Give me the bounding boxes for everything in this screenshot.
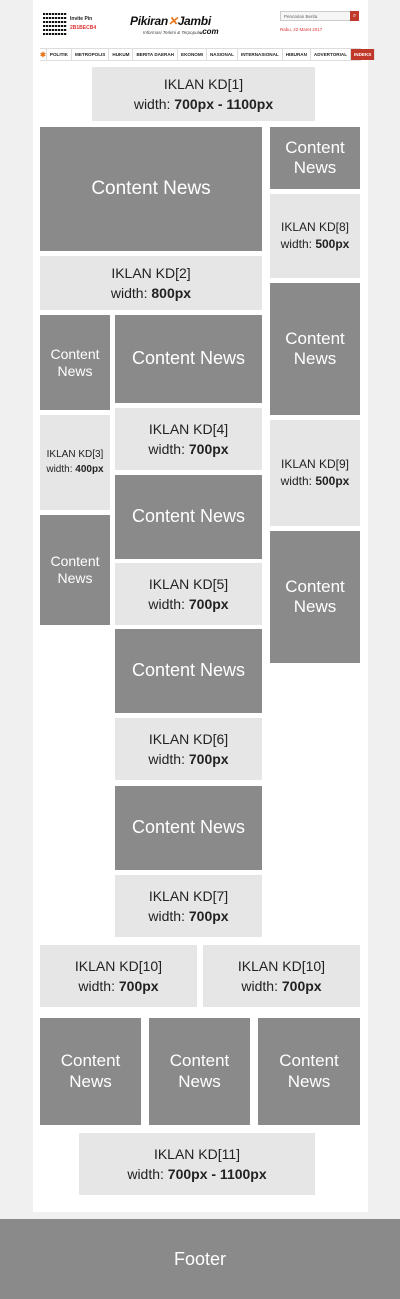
search-input[interactable]: Pencarian Berita	[280, 11, 358, 21]
footer-label: Footer	[173, 1248, 227, 1269]
ad-kd6[interactable]: IKLAN KD[6] width: 700px	[115, 718, 262, 780]
ad-kd7[interactable]: IKLAN KD[7] width: 700px	[115, 875, 262, 937]
content-news-card[interactable]: Content News	[258, 1018, 360, 1125]
ad-title: IKLAN KD[3]	[46, 449, 104, 460]
content-news-card[interactable]: Content News	[40, 127, 262, 251]
nav-item-metropolis[interactable]: METROPOLIS	[72, 49, 110, 60]
ad-width: width: 700px	[148, 908, 229, 924]
site-header: Invite Pin 2B1BECB4 Pikiran✕Jambi .com I…	[40, 8, 362, 46]
nav-item-nasional[interactable]: NASIONAL	[207, 49, 238, 60]
ad-title: IKLAN KD[9]	[280, 456, 350, 471]
ad-title: IKLAN KD[5]	[148, 575, 229, 592]
nav-item-advertorial[interactable]: ADVERTORIAL	[311, 49, 352, 60]
nav-item-hiburan[interactable]: HIBURAN	[283, 49, 311, 60]
home-icon[interactable]: ✱	[40, 49, 47, 60]
content-news-card[interactable]: Content News	[115, 475, 262, 559]
logo-part2: Jambi	[177, 14, 211, 28]
content-news-card[interactable]: Content News	[115, 315, 262, 403]
ad-title: IKLAN KD[2]	[111, 264, 191, 281]
ad-kd2[interactable]: IKLAN KD[2] width: 800px	[40, 256, 262, 310]
site-footer: Footer	[0, 1219, 400, 1299]
content-news-card[interactable]: Content News	[40, 515, 110, 625]
ad-title: IKLAN KD[8]	[280, 219, 350, 234]
ad-title: IKLAN KD[7]	[148, 887, 229, 904]
ad-kd5[interactable]: IKLAN KD[5] width: 700px	[115, 563, 262, 625]
nav-item-hukum[interactable]: HUKUM	[109, 49, 134, 60]
ad-width: width: 700px	[148, 751, 229, 767]
ad-title: IKLAN KD[11]	[153, 1145, 241, 1162]
search-button[interactable]: ⌕	[350, 11, 359, 21]
search-icon: ⌕	[352, 13, 357, 19]
invite-pin: 2B1BECB4	[70, 25, 97, 31]
content-news-card[interactable]: Content News	[270, 127, 360, 189]
nav-item-indeks[interactable]: INDEKS	[351, 49, 376, 60]
nav-item-politik[interactable]: POLITIK	[47, 49, 72, 60]
content-news-card[interactable]: Content News	[149, 1018, 250, 1125]
ad-title: IKLAN KD[6]	[148, 730, 229, 747]
ad-kd10-left[interactable]: IKLAN KD[10] width: 700px	[40, 945, 197, 1007]
logo-star-icon: ✕	[167, 14, 178, 28]
ad-title: IKLAN KD[10]	[237, 957, 326, 974]
logo-part1: Pikiran	[130, 14, 168, 28]
nav-item-ekonomi[interactable]: EKONOMI	[178, 49, 207, 60]
content-news-card[interactable]: Content News	[270, 531, 360, 663]
ad-width: width: 700px	[148, 441, 229, 457]
ad-kd11[interactable]: IKLAN KD[11] width: 700px - 1100px	[79, 1133, 315, 1195]
site-logo[interactable]: Pikiran✕Jambi	[130, 14, 211, 28]
ad-width: width: 500px	[280, 237, 350, 251]
site-tagline: Informasi Terkini & Terpopuler	[143, 30, 203, 35]
ad-width: width: 700px	[241, 978, 322, 994]
content-news-card[interactable]: Content News	[115, 629, 262, 713]
nav-item-internasional[interactable]: INTERNASIONAL	[238, 49, 283, 60]
ad-title: IKLAN KD[4]	[148, 420, 229, 437]
ad-title: IKLAN KD[10]	[74, 957, 163, 974]
content-news-card[interactable]: Content News	[40, 1018, 141, 1125]
ad-kd4[interactable]: IKLAN KD[4] width: 700px	[115, 408, 262, 470]
ad-width: width: 700px - 1100px	[133, 96, 274, 112]
qr-code-icon	[43, 11, 67, 35]
ad-width: width: 800px	[110, 285, 192, 301]
main-nav: ✱ POLITIK METROPOLIS HUKUM BERITA DAERAH…	[40, 48, 376, 61]
ad-title: IKLAN KD[1]	[163, 75, 244, 92]
current-date: Rabu, 22 Maret 2017	[280, 27, 323, 32]
ad-kd3[interactable]: IKLAN KD[3] width: 400px	[40, 415, 110, 510]
content-news-card[interactable]: Content News	[40, 315, 110, 410]
content-news-card[interactable]: Content News	[270, 283, 360, 415]
ad-width: width: 400px	[46, 463, 104, 475]
ad-kd1[interactable]: IKLAN KD[1] width: 700px - 1100px	[92, 67, 315, 121]
ad-kd8[interactable]: IKLAN KD[8] width: 500px	[270, 194, 360, 278]
nav-item-berita-daerah[interactable]: BERITA DAERAH	[133, 49, 178, 60]
ad-kd10-right[interactable]: IKLAN KD[10] width: 700px	[203, 945, 360, 1007]
ad-width: width: 700px	[78, 978, 159, 994]
ad-width: width: 500px	[280, 474, 350, 488]
content-news-card[interactable]: Content News	[115, 786, 262, 870]
ad-kd9[interactable]: IKLAN KD[9] width: 500px	[270, 420, 360, 526]
ad-width: width: 700px	[148, 596, 229, 612]
invite-label: Invite Pin	[70, 16, 93, 22]
ad-width: width: 700px - 1100px	[127, 1166, 267, 1182]
